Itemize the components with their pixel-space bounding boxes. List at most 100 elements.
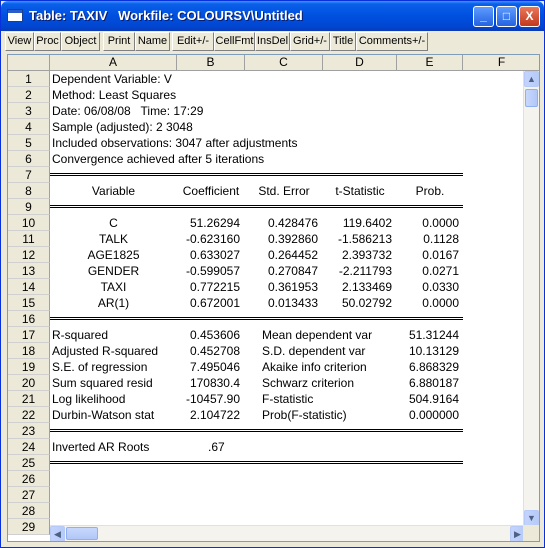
scroll-up-button[interactable]: ▲ — [524, 71, 539, 87]
stat-label: Prob(F-statistic) — [262, 408, 347, 422]
coef-prob: 0.0330 — [422, 280, 459, 294]
column-header-e[interactable]: E — [397, 55, 463, 71]
row-header[interactable]: 5 — [8, 135, 50, 151]
column-header-b[interactable]: B — [177, 55, 245, 71]
vertical-scrollbar[interactable]: ▲ ▼ — [523, 71, 539, 526]
coef-variable: TALK — [98, 232, 129, 246]
row-header[interactable]: 19 — [8, 359, 50, 375]
view-button[interactable]: View — [5, 32, 34, 51]
stat-label: Durbin-Watson stat — [52, 408, 155, 422]
maximize-button[interactable]: □ — [496, 6, 517, 27]
row-header[interactable]: 20 — [8, 375, 50, 391]
stat-label: S.E. of regression — [52, 360, 148, 374]
row-header[interactable]: 14 — [8, 279, 50, 295]
title-bar[interactable]: Table: TAXIV Workfile: COLOURSV\Untitled… — [1, 1, 544, 31]
minimize-button[interactable]: _ — [473, 6, 494, 27]
name-button[interactable]: Name — [135, 32, 170, 51]
row-header[interactable]: 28 — [8, 503, 50, 519]
toolbar: View Proc Object Print Name Edit+/- Cell… — [5, 32, 542, 52]
header-info-line: Method: Least Squares — [52, 88, 177, 102]
coef-value: -0.599057 — [185, 264, 240, 278]
column-header-f[interactable]: F — [463, 55, 539, 71]
row-header[interactable]: 22 — [8, 407, 50, 423]
column-header-a[interactable]: A — [50, 55, 177, 71]
scrollbar-corner — [523, 525, 539, 541]
print-button[interactable]: Print — [103, 32, 135, 51]
row-header[interactable]: 6 — [8, 151, 50, 167]
edit-toggle-button[interactable]: Edit+/- — [172, 32, 214, 51]
stat-label: Akaike info criterion — [262, 360, 367, 374]
row-header[interactable]: 10 — [8, 215, 50, 231]
comments-toggle-button[interactable]: Comments+/- — [356, 32, 428, 51]
header-info-line: Sample (adjusted): 2 3048 — [52, 120, 193, 134]
row-header[interactable]: 23 — [8, 423, 50, 439]
stat-value: 51.31244 — [408, 328, 459, 342]
grid-toggle-button[interactable]: Grid+/- — [290, 32, 330, 51]
coef-header-t-statistic: t-Statistic — [335, 184, 385, 198]
row-header[interactable]: 7 — [8, 167, 50, 183]
coef-variable: TAXI — [100, 280, 127, 294]
row-header[interactable]: 2 — [8, 87, 50, 103]
column-header-c[interactable]: C — [245, 55, 323, 71]
coef-value: 51.26294 — [189, 216, 240, 230]
coef-variable: GENDER — [87, 264, 140, 278]
stat-label: Schwarz criterion — [262, 376, 355, 390]
row-header[interactable]: 29 — [8, 519, 50, 535]
stat-value: 10.13129 — [408, 344, 459, 358]
title-button[interactable]: Title — [330, 32, 356, 51]
coef-value: 0.633027 — [189, 248, 240, 262]
row-header[interactable]: 9 — [8, 199, 50, 215]
coef-t-statistic: 2.133469 — [341, 280, 392, 294]
cellfmt-button[interactable]: CellFmt — [214, 32, 255, 51]
stat-label: S.D. dependent var — [262, 344, 366, 358]
coef-t-statistic: -1.586213 — [337, 232, 392, 246]
row-header[interactable]: 25 — [8, 455, 50, 471]
coef-bottom-rule — [50, 317, 463, 320]
vertical-scroll-thumb[interactable] — [525, 89, 538, 107]
row-header[interactable]: 11 — [8, 231, 50, 247]
row-header[interactable]: 13 — [8, 263, 50, 279]
scroll-left-button[interactable]: ◀ — [50, 526, 65, 541]
stats-bottom-rule — [50, 429, 463, 432]
stat-value: 504.9164 — [408, 392, 459, 406]
table-top-rule — [50, 173, 463, 176]
horizontal-scroll-thumb[interactable] — [66, 527, 98, 540]
coef-t-statistic: -2.211793 — [338, 264, 392, 278]
close-button[interactable]: X — [519, 6, 540, 27]
row-header[interactable]: 4 — [8, 119, 50, 135]
horizontal-scrollbar[interactable]: ◀ ▶ — [50, 525, 525, 541]
coef-t-statistic: 2.393732 — [341, 248, 392, 262]
coef-header-coefficient: Coefficient — [182, 184, 240, 198]
row-header[interactable]: 15 — [8, 295, 50, 311]
object-button[interactable]: Object — [61, 32, 100, 51]
stat-value: 2.104722 — [189, 408, 240, 422]
insdel-button[interactable]: InsDel — [255, 32, 290, 51]
roots-bottom-rule — [50, 461, 463, 464]
row-header[interactable]: 21 — [8, 391, 50, 407]
row-header[interactable]: 27 — [8, 487, 50, 503]
row-header[interactable]: 26 — [8, 471, 50, 487]
coef-std-error: 0.361953 — [267, 280, 318, 294]
coef-variable: AR(1) — [97, 296, 130, 310]
coef-header-prob: Prob. — [415, 184, 445, 198]
corner-header[interactable] — [8, 55, 50, 71]
row-header[interactable]: 3 — [8, 103, 50, 119]
row-header[interactable]: 12 — [8, 247, 50, 263]
proc-button[interactable]: Proc — [34, 32, 61, 51]
stat-label: R-squared — [52, 328, 109, 342]
scroll-down-button[interactable]: ▼ — [524, 510, 539, 526]
column-header-d[interactable]: D — [323, 55, 397, 71]
row-header[interactable]: 17 — [8, 327, 50, 343]
stat-value: 0.452708 — [189, 344, 240, 358]
spreadsheet[interactable]: A B C D E F 1 2 3 4 5 6 7 8 9 10 11 12 1… — [7, 54, 540, 542]
stat-value: 6.868329 — [408, 360, 459, 374]
row-header[interactable]: 16 — [8, 311, 50, 327]
row-header[interactable]: 1 — [8, 71, 50, 87]
row-header[interactable]: 8 — [8, 183, 50, 199]
stat-value: 170830.4 — [189, 376, 240, 390]
coef-prob: 0.0000 — [422, 296, 459, 310]
row-header[interactable]: 24 — [8, 439, 50, 455]
stat-label: F-statistic — [262, 392, 314, 406]
stat-label: Log likelihood — [52, 392, 126, 406]
row-header[interactable]: 18 — [8, 343, 50, 359]
